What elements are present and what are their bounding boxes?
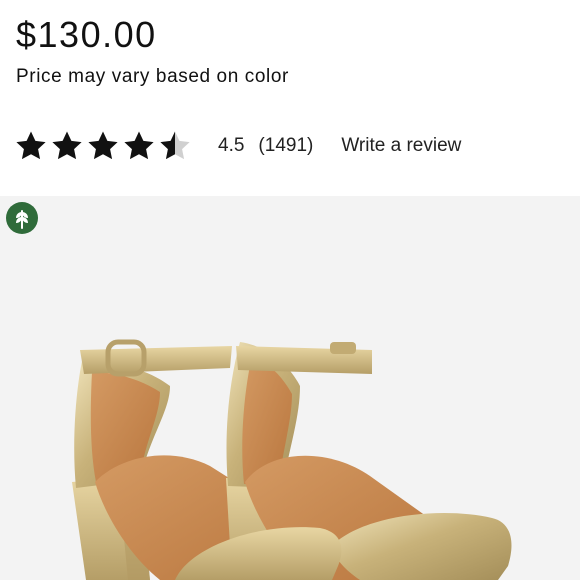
price-note: Price may vary based on color [16,66,289,87]
half-star-icon [160,131,190,160]
rating-row: 4.5 (1491) Write a review [14,126,461,166]
product-image-area[interactable] [0,196,580,580]
star-icon [52,131,82,160]
rating-value: 4.5 [218,135,245,156]
rating-stars[interactable] [14,129,192,163]
star-icon [16,131,46,160]
write-review-link[interactable]: Write a review [341,135,461,157]
star-icon [88,131,118,160]
star-icon [124,131,154,160]
leaf-icon [6,202,38,234]
product-image [72,339,512,580]
price: $130.00 [16,14,157,55]
rating-count[interactable]: (1491) [258,135,313,157]
